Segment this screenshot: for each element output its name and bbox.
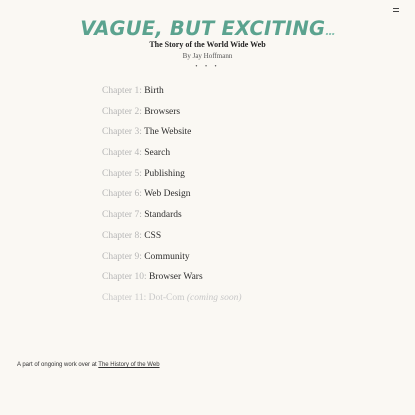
- chapter-number: Chapter 4:: [102, 148, 142, 159]
- chapter-link-9[interactable]: Chapter 9: Community: [102, 250, 242, 271]
- book-title-text: VAGUE, BUT EXCITING: [80, 17, 326, 40]
- history-of-the-web-link[interactable]: The History of the Web: [98, 362, 159, 368]
- hamburger-menu-icon-line: [393, 11, 399, 12]
- chapter-title: Web Design: [144, 189, 191, 200]
- chapter-title: Publishing: [144, 168, 185, 179]
- chapter-number: Chapter 11:: [102, 292, 147, 303]
- footer-note: A part of ongoing work over at The Histo…: [17, 362, 160, 368]
- chapter-title: The Website: [144, 127, 192, 138]
- footer-text: A part of ongoing work over at: [17, 362, 99, 368]
- chapter-link-5[interactable]: Chapter 5: Publishing: [102, 167, 242, 188]
- menu-button[interactable]: [393, 7, 401, 13]
- chapter-number: Chapter 8:: [102, 230, 142, 241]
- chapter-link-6[interactable]: Chapter 6: Web Design: [102, 187, 242, 208]
- chapter-number: Chapter 5:: [102, 168, 142, 179]
- chapter-link-10[interactable]: Chapter 10: Browser Wars: [102, 270, 242, 291]
- chapter-link-7[interactable]: Chapter 7: Standards: [102, 208, 242, 229]
- chapter-title: CSS: [144, 230, 162, 241]
- chapter-link-2[interactable]: Chapter 2: Browsers: [102, 105, 242, 126]
- coming-soon-note: (coming soon): [186, 292, 242, 303]
- book-title-ellipsis: ...: [325, 25, 336, 38]
- chapter-number: Chapter 10:: [102, 272, 147, 283]
- chapter-number: Chapter 1:: [102, 86, 142, 96]
- chapter-item-11-coming-soon: Chapter 11: Dot-Com (coming soon): [102, 291, 242, 312]
- chapter-number: Chapter 7:: [102, 210, 142, 221]
- hamburger-menu-icon: [393, 8, 399, 9]
- chapter-title: Search: [144, 148, 171, 159]
- book-subtitle: The Story of the World Wide Web: [149, 40, 266, 49]
- chapter-title: Dot-Com: [148, 292, 185, 303]
- chapter-number: Chapter 6:: [102, 189, 142, 200]
- chapter-link-8[interactable]: Chapter 8: CSS: [102, 229, 242, 250]
- chapter-title: Browser Wars: [148, 272, 203, 283]
- chapter-title: Community: [144, 251, 190, 262]
- ornament-divider: • • •: [195, 64, 220, 70]
- chapter-title: Standards: [144, 210, 182, 221]
- chapter-link-1[interactable]: Chapter 1: Birth: [102, 84, 242, 105]
- chapter-title: Birth: [144, 86, 164, 96]
- chapter-number: Chapter 9:: [102, 251, 142, 262]
- chapter-list: Chapter 1: Birth Chapter 2: Browsers Cha…: [102, 84, 242, 312]
- chapter-number: Chapter 2:: [102, 106, 142, 117]
- author-byline: By Jay Hoffmann: [182, 52, 233, 60]
- chapter-number: Chapter 3:: [102, 127, 142, 138]
- chapter-link-4[interactable]: Chapter 4: Search: [102, 146, 242, 167]
- chapter-title: Browsers: [144, 106, 181, 117]
- chapter-link-3[interactable]: Chapter 3: The Website: [102, 125, 242, 146]
